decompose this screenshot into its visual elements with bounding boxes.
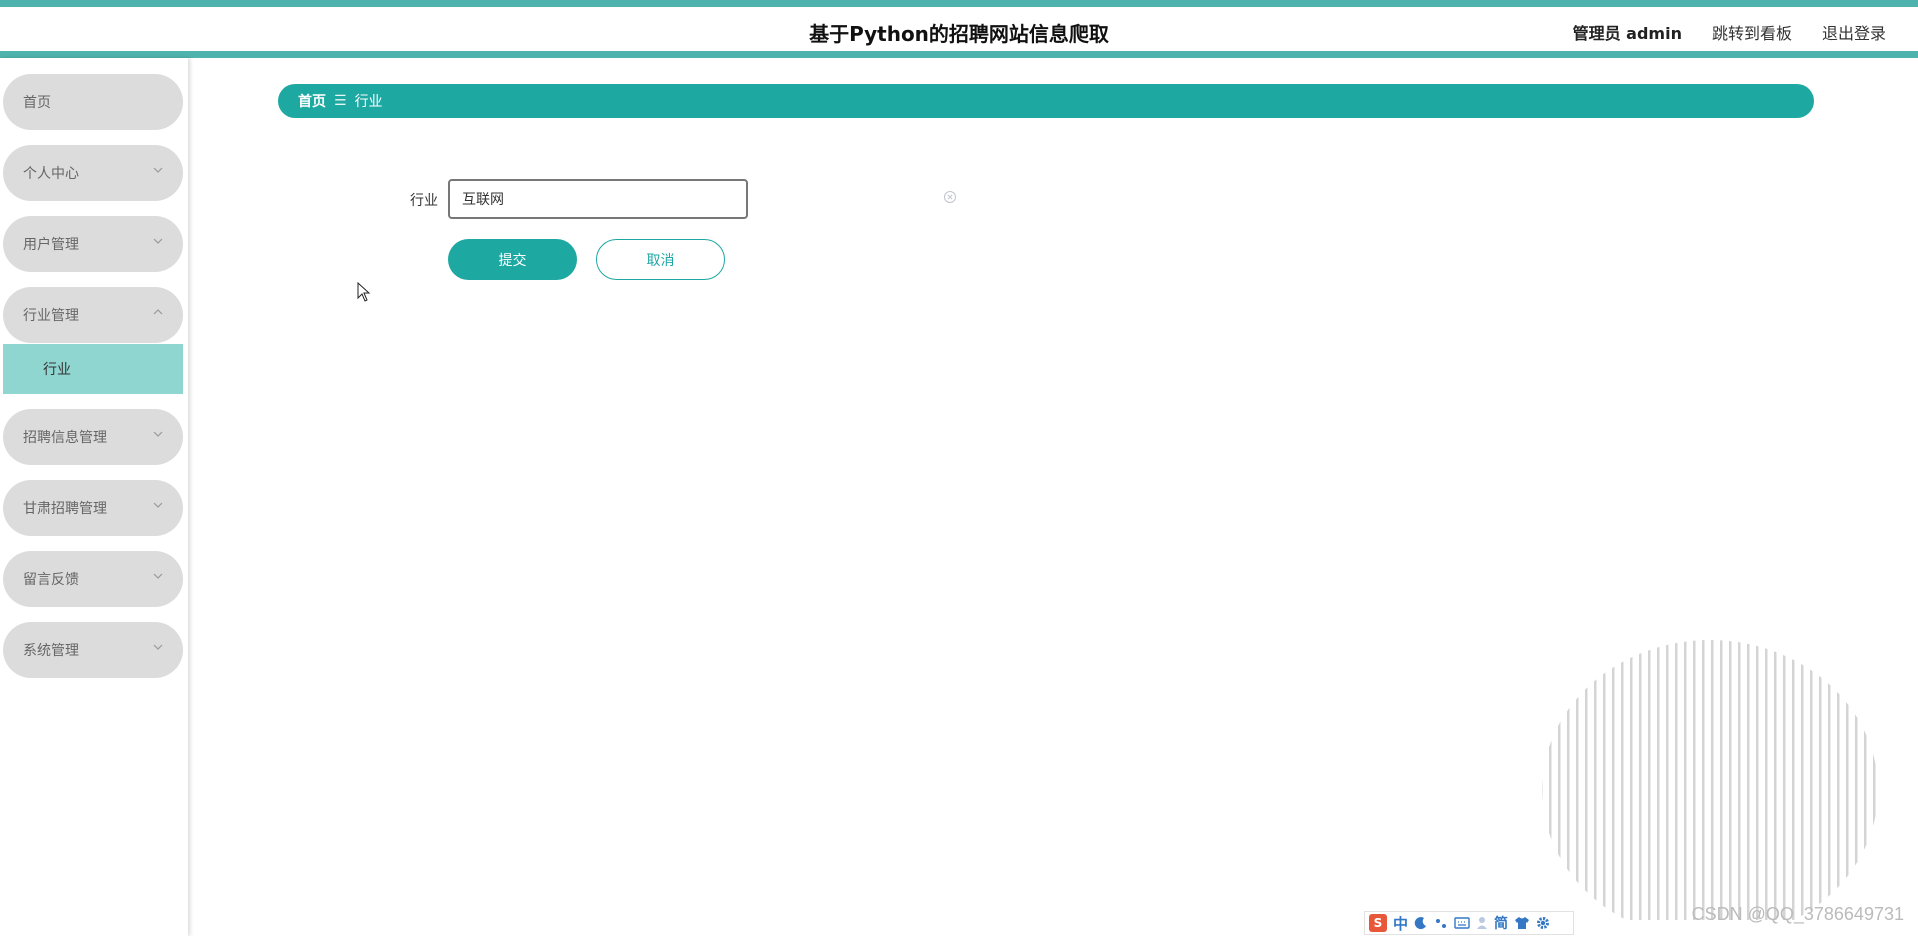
chevron-down-icon [153,573,163,579]
sidebar-item-profile[interactable]: 个人中心 [3,145,183,201]
sidebar: 首页 个人中心 用户管理 行业管理 行业 招聘信息管理 甘肃招聘管理 留言反馈 … [0,58,188,936]
sidebar-item-label: 系统管理 [23,643,79,659]
industry-input[interactable] [448,179,748,219]
user-icon[interactable] [1476,916,1488,930]
logout-link[interactable]: 退出登录 [1822,20,1886,44]
chevron-down-icon [153,167,163,173]
chevron-down-icon [153,238,163,244]
sidebar-item-feedback[interactable]: 留言反馈 [3,551,183,607]
chevron-down-icon [153,431,163,437]
breadcrumb-home[interactable]: 首页 [298,91,326,111]
keyboard-icon[interactable] [1454,917,1470,929]
ime-toolbar: S 中 简 [1364,911,1574,935]
punctuation-icon[interactable] [1434,916,1448,930]
sidebar-item-label: 首页 [23,95,51,111]
gear-icon[interactable] [1536,916,1550,930]
moon-icon[interactable] [1414,916,1428,930]
board-link[interactable]: 跳转到看板 [1712,20,1792,44]
chevron-up-icon [153,309,163,315]
sidebar-item-label: 行业管理 [23,308,79,324]
sidebar-item-users[interactable]: 用户管理 [3,216,183,272]
top-bar: 基于Python的招聘网站信息爬取 管理员 admin 跳转到看板 退出登录 [0,0,1918,58]
csdn-watermark: CSDN @QQ_3786649731 [1691,904,1904,924]
sidebar-item-home[interactable]: 首页 [3,74,183,130]
breadcrumb: 首页 ☰ 行业 [278,84,1814,118]
sidebar-item-label: 留言反馈 [23,572,79,588]
industry-field-label: 行业 [410,193,438,209]
sidebar-item-system[interactable]: 系统管理 [3,622,183,678]
cancel-button[interactable]: 取消 [596,239,725,280]
breadcrumb-current: 行业 [354,94,383,110]
sidebar-subitem-label: 行业 [43,362,71,378]
top-actions: 管理员 admin 跳转到看板 退出登录 [1573,20,1886,44]
sidebar-subitem-industry[interactable]: 行业 [3,344,183,394]
sidebar-item-label: 招聘信息管理 [23,430,107,446]
submit-button[interactable]: 提交 [448,239,577,280]
sogou-logo-icon[interactable]: S [1369,914,1387,932]
sidebar-item-industry[interactable]: 行业管理 [3,287,183,343]
sidebar-item-label: 用户管理 [23,237,79,253]
sidebar-item-label: 甘肃招聘管理 [23,501,107,517]
ime-chinese-mode[interactable]: 中 [1393,913,1408,934]
mouse-cursor-icon [357,282,371,302]
decorative-striped-circle [1542,640,1878,920]
clear-icon[interactable] [943,190,957,204]
admin-user-label: 管理员 admin [1572,24,1682,43]
skin-shirt-icon[interactable] [1514,916,1530,930]
chevron-down-icon [153,502,163,508]
chevron-down-icon [153,644,163,650]
sidebar-item-recruitment[interactable]: 招聘信息管理 [3,409,183,465]
sidebar-item-gansu-recruitment[interactable]: 甘肃招聘管理 [3,480,183,536]
sidebar-item-label: 个人中心 [23,166,79,182]
menu-separator-icon: ☰ [334,93,347,109]
ime-simplified-mode[interactable]: 简 [1494,913,1508,933]
